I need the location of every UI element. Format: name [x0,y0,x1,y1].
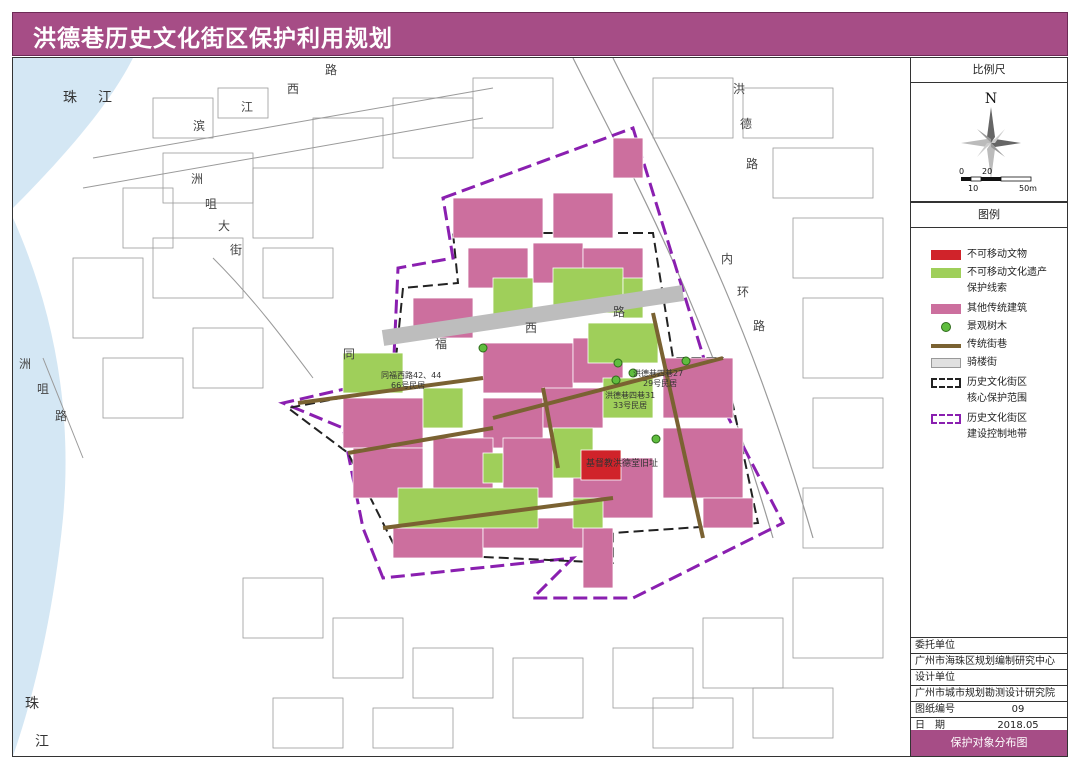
site-a-label-1: 同福西路42、44 [381,370,441,380]
legend-label: 核心保护范围 [967,393,1027,404]
drawing-no-value: 09 [1011,704,1025,715]
site-c-label-2: 33号民居 [613,401,647,410]
hongde-road-char-1: 洪 [733,82,745,96]
scale-panel: N 0 20 10 50m [911,83,1067,202]
drawing-no-row: 图纸编号 09 [911,701,1067,717]
hongde-road-char-3: 路 [746,156,758,171]
client-label: 委托单位 [911,637,1067,653]
legend-label: 历史文化街区 [967,377,1027,388]
green-square-icon [931,268,961,278]
purple-dash-box-icon [931,414,961,424]
scale-tick-50m: 50m [1019,184,1037,193]
pink-square-icon [931,304,961,314]
designer-label: 设计单位 [911,669,1067,685]
legend-label: 景观树木 [967,321,1007,332]
river-label-bottom-2: 江 [35,734,49,750]
map-canvas: 珠 江 珠 江 路 西 江 滨 洲 咀 大 街 洲 咀 路 洪 德 路 内 环 … [13,58,910,756]
scale-tick-10: 10 [968,184,978,193]
map-title: 洪德巷历史文化街区保护利用规划 [33,26,393,52]
binjiang-road-char-1: 路 [325,62,337,77]
zhoutou-road-char-3: 路 [55,408,67,423]
legend-header: 图例 [911,202,1067,228]
river-label-bottom-1: 珠 [25,696,39,712]
site-c-label-1: 洪德巷四巷31 [605,390,655,400]
legend-label: 不可移动文化遗产 [967,267,1047,278]
zhoutou-street-char-3: 大 [218,219,230,233]
tongfu-road-char-2: 福 [435,336,447,351]
scale-tick-0: 0 [959,167,964,176]
scale-bar [961,176,1032,182]
drawing-name: 保护对象分布图 [911,730,1067,756]
tongfu-road-char-3: 西 [525,321,537,335]
legend-label: 保护线索 [967,283,1007,294]
river-left [13,218,66,756]
zhoutou-street-char-1: 洲 [191,172,203,186]
info-table: 委托单位 广州市海珠区规划编制研究中心 设计单位 广州市城市规划勘测设计研究院 … [911,637,1067,733]
binjiang-road-char-2: 西 [287,82,299,96]
tongfu-road-char-1: 同 [343,347,355,361]
green-dot-icon [941,322,951,332]
legend-label: 传统街巷 [967,339,1007,350]
zhoutou-street-char-4: 街 [230,243,242,257]
sidebar: 比例尺 N 0 20 10 50m 图例 不可移动文物 不可移动文化遗产 保护线… [910,58,1067,756]
brown-line-icon [931,344,961,348]
river-label-top-2: 江 [98,90,112,106]
compass-and-scale: N 0 20 10 50m [959,91,1037,193]
drawing-no-label: 图纸编号 [915,704,955,715]
neihuan-road-char-3: 路 [753,318,765,333]
neihuan-road-char-2: 环 [737,285,749,299]
legend-label: 其他传统建筑 [967,303,1027,314]
title-bar: 洪德巷历史文化街区保护利用规划 [12,12,1068,56]
legend-label: 建设控制地带 [967,429,1027,440]
client-value: 广州市海珠区规划编制研究中心 [911,653,1067,669]
scale-header: 比例尺 [911,58,1067,83]
zhoutou-road-char-1: 洲 [19,357,31,371]
legend-label: 历史文化街区 [967,413,1027,424]
site-b-label-1: 洪德巷四巷27 [633,368,683,378]
legend-label: 不可移动文物 [967,249,1027,260]
north-label: N [985,91,997,107]
red-square-icon [931,250,961,260]
grey-band-icon [931,358,961,368]
river-top [13,58,133,208]
zhoutou-road-char-2: 咀 [37,382,49,396]
binjiang-road-char-3: 江 [241,100,253,114]
legend-label: 骑楼街 [967,357,997,368]
river-label-top-1: 珠 [63,90,77,106]
tongfu-road-char-4: 路 [613,304,625,319]
site-b-label-2: 29号民居 [643,379,677,388]
scale-tick-20: 20 [982,167,992,176]
designer-value: 广州市城市规划勘测设计研究院 [911,685,1067,701]
site-a-label-2: 66号民居 [391,381,425,390]
binjiang-road-char-4: 滨 [193,118,205,133]
church-label: 基督教洪德堂旧址 [586,457,658,469]
zhoutou-street-char-2: 咀 [205,197,217,211]
hongde-road-char-2: 德 [740,116,752,131]
black-dash-box-icon [931,378,961,388]
neihuan-road-char-1: 内 [721,252,733,266]
